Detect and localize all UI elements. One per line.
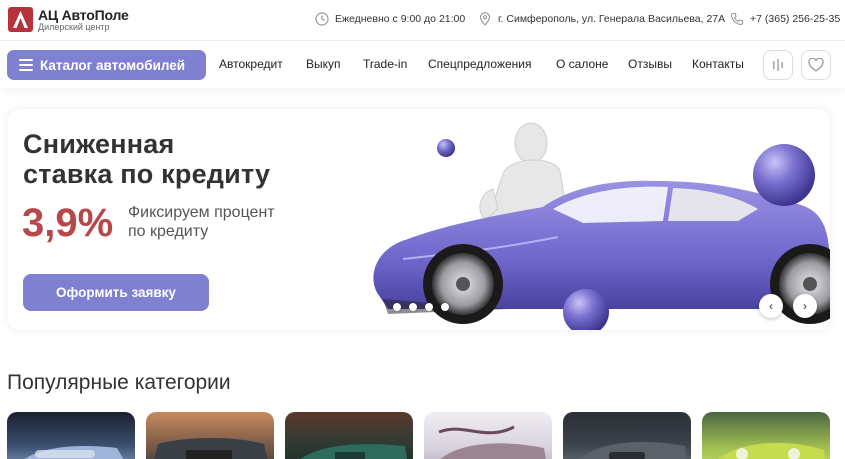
slider-dot[interactable] [425, 303, 433, 311]
category-card[interactable] [563, 412, 691, 459]
phone[interactable]: +7 (365) 256-25-35 [730, 12, 840, 26]
banner-title: Сниженная ставка по кредиту [23, 129, 271, 189]
catalog-button[interactable]: Каталог автомобилей [7, 50, 206, 80]
slider-dot[interactable] [393, 303, 401, 311]
brand-subtitle: Дилерский центр [38, 22, 110, 32]
nav-link-buyout[interactable]: Выкуп [306, 57, 341, 71]
apply-button[interactable]: Оформить заявку [23, 274, 209, 311]
clock-icon [315, 12, 329, 26]
nav-link-autocredit[interactable]: Автокредит [219, 57, 283, 71]
favorites-button[interactable] [801, 50, 831, 80]
promo-banner[interactable]: Сниженная ставка по кредиту 3,9% Фиксиру… [8, 109, 830, 330]
nav-link-contacts[interactable]: Контакты [692, 57, 744, 71]
location-pin-icon [479, 12, 491, 26]
address-text: г. Симферополь, ул. Генерала Васильева, … [498, 13, 726, 25]
slider-dots [393, 303, 449, 311]
hours-text: Ежедневно с 9:00 до 21:00 [335, 13, 466, 25]
category-card[interactable] [285, 412, 413, 459]
address[interactable]: г. Симферополь, ул. Генерала Васильева, … [478, 12, 725, 26]
next-slide-button[interactable]: › [793, 294, 817, 318]
slider-dot[interactable] [409, 303, 417, 311]
top-bar: АЦ АвтоПоле Дилерский центр Ежедневно с … [0, 0, 845, 40]
compare-icon [773, 59, 783, 71]
menu-icon [19, 59, 33, 71]
banner-car-image [373, 122, 830, 330]
slider-dot[interactable] [441, 303, 449, 311]
section-title: Популярные категории [7, 371, 231, 394]
heart-icon [808, 58, 824, 72]
category-card[interactable] [146, 412, 274, 459]
brand-name[interactable]: АЦ АвтоПоле [38, 7, 129, 23]
banner-rate: 3,9% [22, 201, 114, 245]
nav-link-trade-in[interactable]: Trade-in [363, 57, 407, 71]
main-nav: Каталог автомобилей Автокредит Выкуп Tra… [0, 40, 845, 88]
nav-link-special-offers[interactable]: Спецпредложения [428, 57, 532, 71]
compare-button[interactable] [763, 50, 793, 80]
nav-link-about[interactable]: О салоне [556, 57, 608, 71]
phone-text: +7 (365) 256-25-35 [750, 13, 841, 25]
category-card[interactable] [702, 412, 830, 459]
logo-icon[interactable] [8, 7, 33, 32]
chevron-left-icon: ‹ [769, 299, 773, 313]
chevron-right-icon: › [803, 299, 807, 313]
category-cards [7, 412, 830, 459]
category-card[interactable] [7, 412, 135, 459]
category-card[interactable] [424, 412, 552, 459]
catalog-label: Каталог автомобилей [40, 57, 186, 73]
phone-icon [730, 12, 744, 26]
working-hours: Ежедневно с 9:00 до 21:00 [315, 12, 465, 26]
banner-description: Фиксируем процент по кредиту [128, 204, 275, 240]
nav-link-reviews[interactable]: Отзывы [628, 57, 672, 71]
prev-slide-button[interactable]: ‹ [759, 294, 783, 318]
